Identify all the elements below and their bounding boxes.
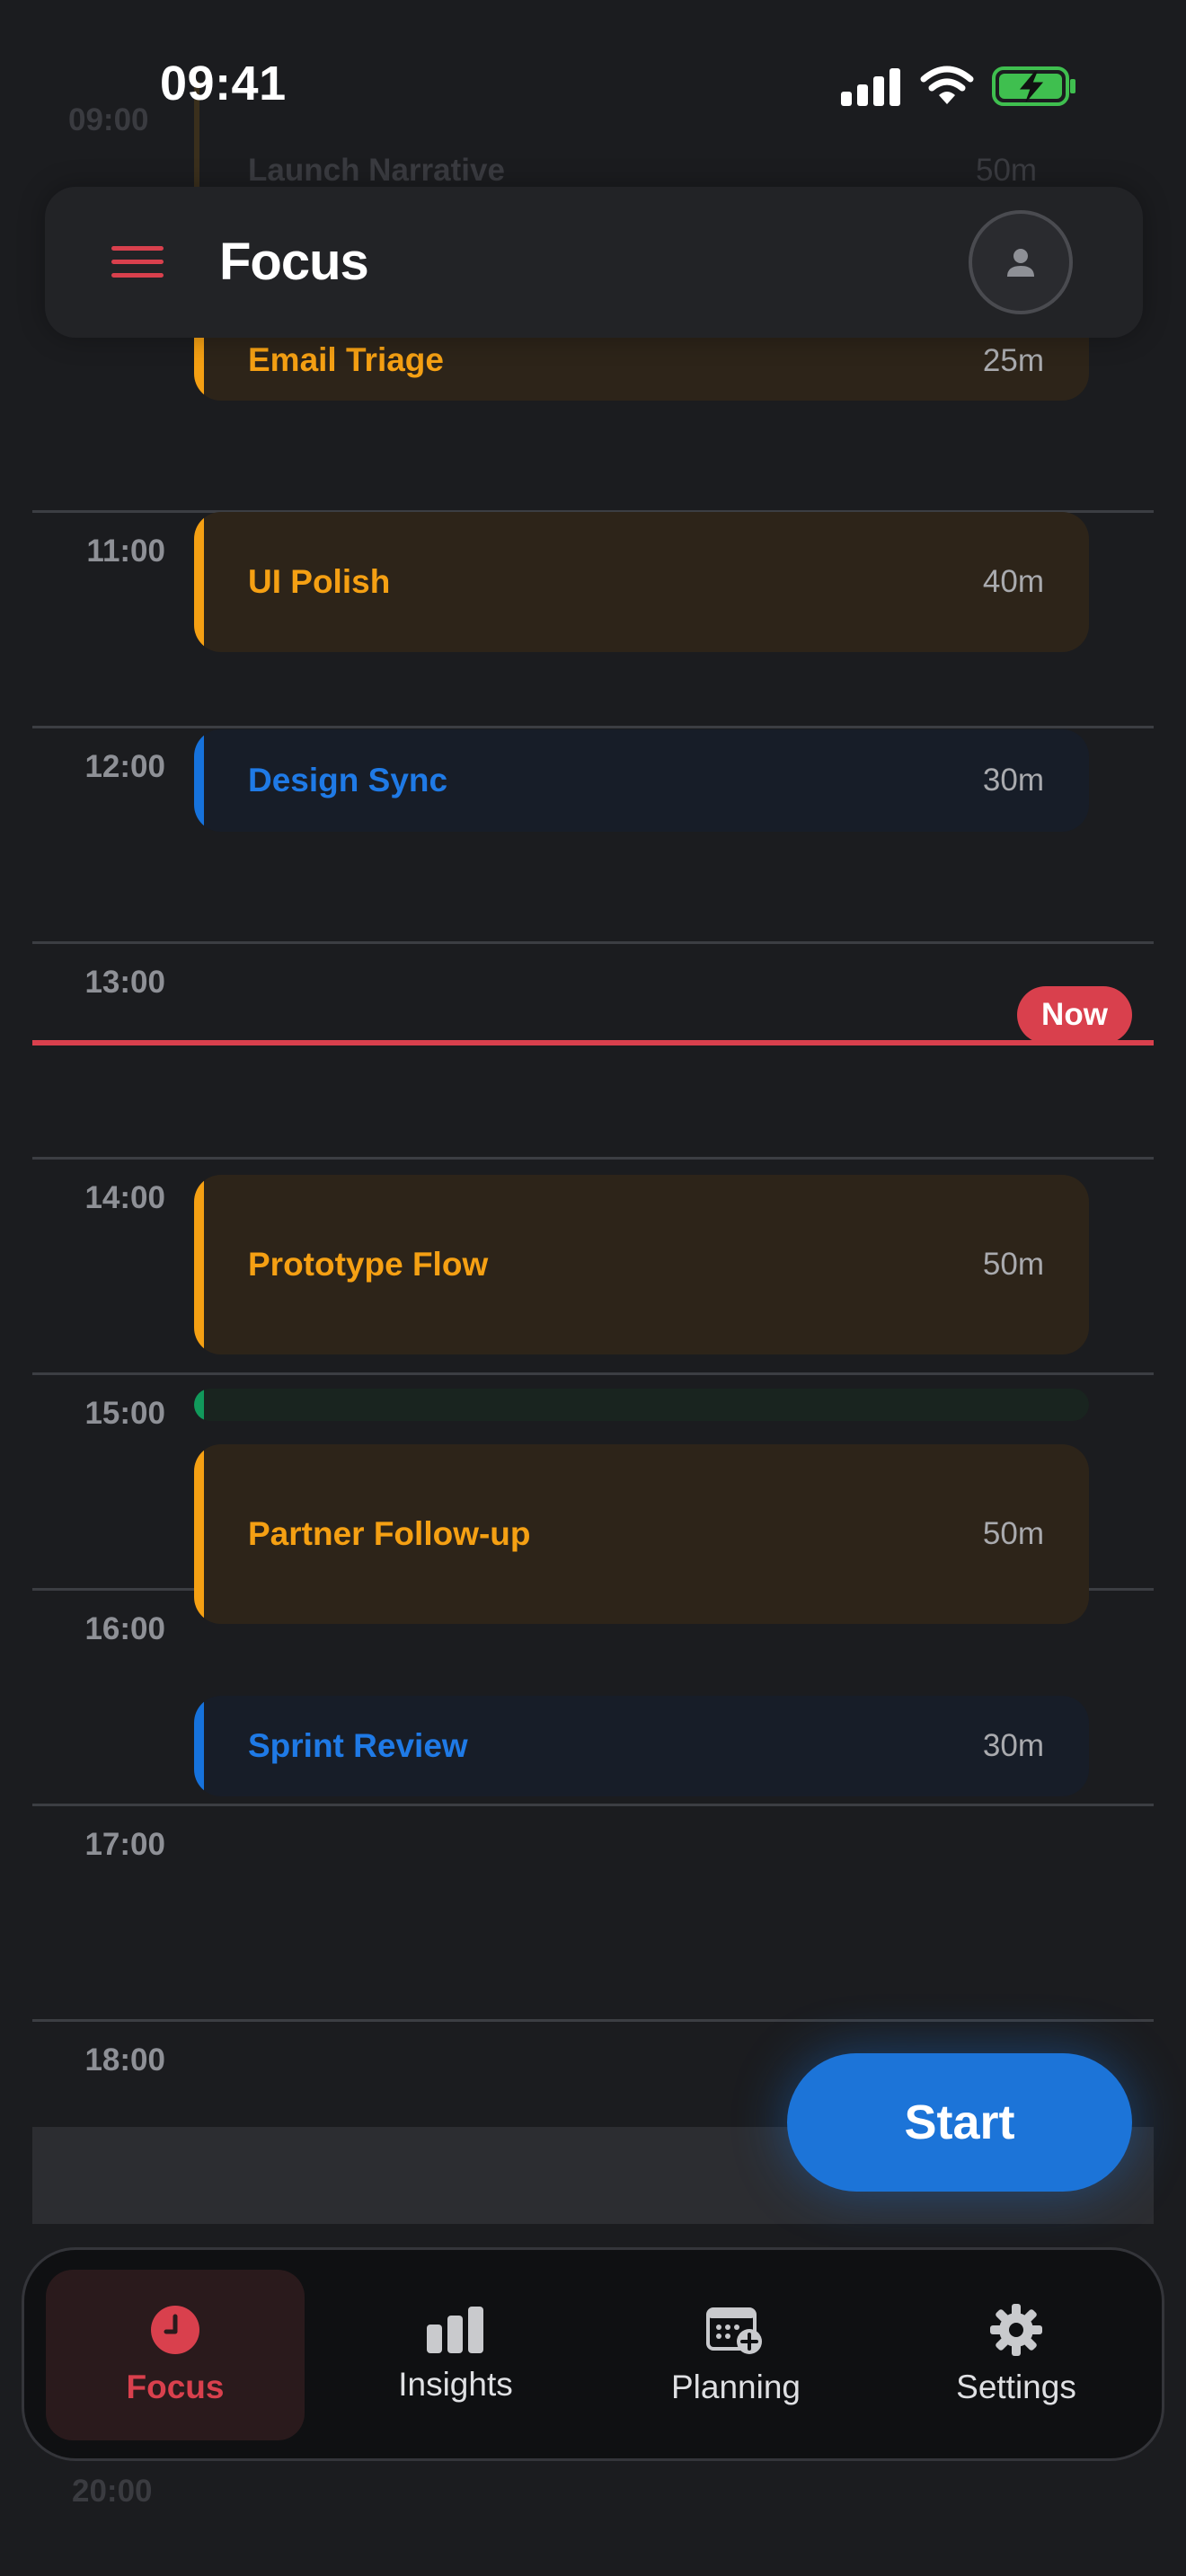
profile-avatar-button[interactable] [969,210,1073,314]
tab-focus[interactable]: Focus [46,2270,305,2440]
hour-divider [32,2019,1154,2022]
clock-icon [151,2306,199,2354]
battery-charging-icon [992,66,1075,106]
hour-label: 14:00 [84,1180,165,1215]
timeline-event[interactable]: Partner Follow-up 50m [194,1444,1089,1624]
hour-label: 15:00 [84,1396,165,1431]
tab-label: Insights [398,2366,513,2403]
hour-label-ghost: 20:00 [72,2474,153,2509]
tab-label: Settings [956,2369,1076,2405]
cellular-signal-icon [841,68,900,106]
menu-icon [111,246,164,251]
timeline-event[interactable]: Prototype Flow 50m [194,1175,1089,1354]
timeline-event[interactable]: Sprint Review 30m [194,1696,1089,1796]
event-duration: 30m [982,763,1044,798]
hour-label: 13:00 [84,965,165,1000]
hour-divider [32,1372,1154,1375]
hour-divider [32,726,1154,728]
menu-icon-bar [111,260,164,264]
tab-insights[interactable]: Insights [326,2270,585,2440]
status-time: 09:41 [160,57,287,110]
tab-settings[interactable]: Settings [887,2270,1146,2440]
event-duration: 25m [982,343,1044,378]
event-title: Design Sync [248,762,448,798]
hour-label: 12:00 [84,749,165,784]
hour-label: 11:00 [86,534,165,569]
timeline-event[interactable]: Design Sync 30m [194,729,1089,832]
calendar-add-icon [706,2307,762,2354]
timeline-event[interactable] [194,1389,1089,1421]
now-indicator-line [32,1040,1154,1045]
event-duration: 40m [982,564,1044,599]
event-title: UI Polish [248,563,391,600]
event-title: Partner Follow-up [248,1515,531,1552]
gear-icon [990,2304,1042,2356]
hour-label: 18:00 [84,2042,165,2078]
user-icon [1007,249,1034,277]
event-title: Sprint Review [248,1727,468,1764]
event-duration: 30m [982,1728,1044,1763]
event-title: Prototype Flow [248,1246,489,1283]
app-header: Focus [45,187,1143,338]
page-title: Focus [219,233,369,291]
hour-divider [32,1804,1154,1806]
wifi-icon [920,66,974,104]
start-button[interactable]: Start [787,2053,1132,2192]
hour-label: 16:00 [84,1611,165,1646]
hour-divider [32,1157,1154,1160]
hour-divider [32,941,1154,944]
event-duration: 50m [982,1516,1044,1551]
tab-label: Planning [670,2369,801,2405]
tab-bar: Focus Insights Planning Settings [22,2247,1164,2461]
menu-icon-bar [111,273,164,278]
status-bar: 09:41 [0,0,1186,180]
tab-planning[interactable]: Planning [606,2270,865,2440]
tab-label: Focus [126,2369,225,2405]
menu-button[interactable] [108,237,169,287]
hour-label: 17:00 [84,1827,165,1862]
bar-chart-icon [427,2307,483,2353]
now-badge: Now [1017,986,1132,1044]
timeline-event[interactable]: UI Polish 40m [194,512,1089,652]
event-title: Email Triage [248,341,444,378]
event-duration: 50m [982,1247,1044,1282]
